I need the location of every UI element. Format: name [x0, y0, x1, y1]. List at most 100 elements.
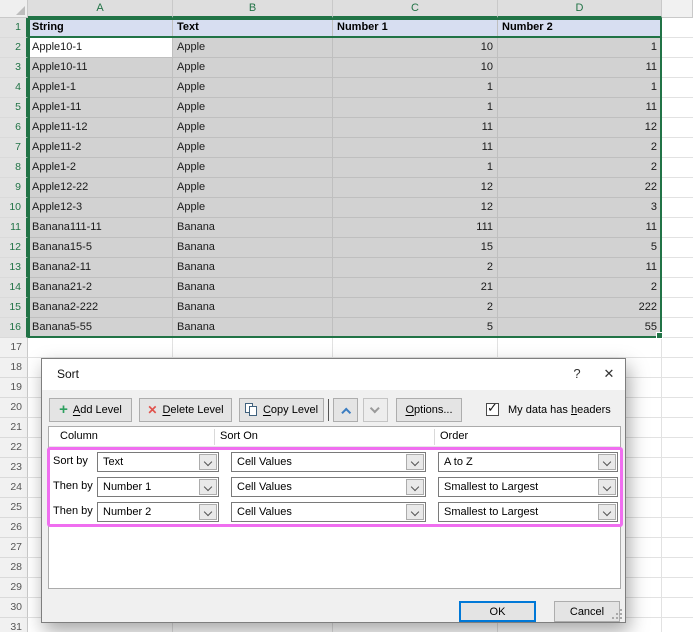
cell[interactable]: Apple10-11: [28, 58, 173, 78]
cell[interactable]: 5: [333, 318, 498, 338]
cell[interactable]: 10: [333, 38, 498, 58]
cell[interactable]: 2: [333, 298, 498, 318]
row-header[interactable]: 25: [0, 498, 28, 518]
cell[interactable]: Banana15-5: [28, 238, 173, 258]
cell[interactable]: 1: [333, 158, 498, 178]
cell[interactable]: Apple: [173, 198, 333, 218]
cell[interactable]: Apple1-11: [28, 98, 173, 118]
row-header[interactable]: 1: [0, 18, 28, 38]
dropdown-chevron-icon[interactable]: [406, 479, 424, 495]
row-header[interactable]: 30: [0, 598, 28, 618]
cell[interactable]: Apple: [173, 58, 333, 78]
cell[interactable]: Banana5-55: [28, 318, 173, 338]
table-header-cell[interactable]: Number 1: [333, 18, 498, 38]
options-button[interactable]: Options...: [396, 398, 462, 422]
copy-level-button[interactable]: Copy Level: [239, 398, 324, 422]
row-header[interactable]: 9: [0, 178, 28, 198]
level-sort-on-select[interactable]: Cell Values: [231, 502, 426, 522]
dropdown-chevron-icon[interactable]: [199, 454, 217, 470]
level-order-select[interactable]: Smallest to Largest: [438, 502, 618, 522]
row-header[interactable]: 24: [0, 478, 28, 498]
row-header[interactable]: 13: [0, 258, 28, 278]
move-down-button[interactable]: [363, 398, 388, 422]
column-header[interactable]: [662, 0, 693, 18]
cell[interactable]: Apple11-2: [28, 138, 173, 158]
cell[interactable]: 1: [333, 98, 498, 118]
dialog-titlebar[interactable]: Sort ? ✕: [42, 359, 625, 390]
cell[interactable]: Apple10-1: [28, 38, 173, 58]
cell[interactable]: Apple11-12: [28, 118, 173, 138]
dropdown-chevron-icon[interactable]: [598, 479, 616, 495]
table-header-cell[interactable]: String: [28, 18, 173, 38]
cell[interactable]: Banana2-222: [28, 298, 173, 318]
cell[interactable]: Apple1-2: [28, 158, 173, 178]
row-header[interactable]: 29: [0, 578, 28, 598]
level-order-select[interactable]: A to Z: [438, 452, 618, 472]
row-header[interactable]: 7: [0, 138, 28, 158]
cell[interactable]: Apple: [173, 38, 333, 58]
level-column-select[interactable]: Text: [97, 452, 219, 472]
level-column-select[interactable]: Number 2: [97, 502, 219, 522]
my-data-has-headers-checkbox[interactable]: ✓: [486, 400, 499, 416]
cell[interactable]: Apple: [173, 158, 333, 178]
row-header[interactable]: 6: [0, 118, 28, 138]
row-header[interactable]: 15: [0, 298, 28, 318]
cell[interactable]: 11: [498, 258, 662, 278]
cell[interactable]: 22: [498, 178, 662, 198]
cell[interactable]: 10: [333, 58, 498, 78]
cell[interactable]: Banana: [173, 318, 333, 338]
add-level-button[interactable]: + Add Level: [49, 398, 132, 422]
level-column-select[interactable]: Number 1: [97, 477, 219, 497]
row-header[interactable]: 5: [0, 98, 28, 118]
cell[interactable]: 2: [333, 258, 498, 278]
cell[interactable]: 21: [333, 278, 498, 298]
dropdown-chevron-icon[interactable]: [199, 504, 217, 520]
dropdown-chevron-icon[interactable]: [598, 454, 616, 470]
table-header-cell[interactable]: Text: [173, 18, 333, 38]
cell[interactable]: 11: [333, 118, 498, 138]
cell[interactable]: Banana: [173, 238, 333, 258]
cell[interactable]: Banana21-2: [28, 278, 173, 298]
close-icon[interactable]: ✕: [595, 363, 623, 385]
cell[interactable]: Banana111-11: [28, 218, 173, 238]
cell[interactable]: Apple: [173, 118, 333, 138]
cell[interactable]: Banana: [173, 278, 333, 298]
cell[interactable]: 1: [498, 38, 662, 58]
row-header[interactable]: 3: [0, 58, 28, 78]
cell[interactable]: 15: [333, 238, 498, 258]
row-header[interactable]: 18: [0, 358, 28, 378]
cell[interactable]: 11: [498, 98, 662, 118]
row-header[interactable]: 19: [0, 378, 28, 398]
column-header[interactable]: A: [28, 0, 173, 18]
row-header[interactable]: 26: [0, 518, 28, 538]
dropdown-chevron-icon[interactable]: [199, 479, 217, 495]
row-header[interactable]: 12: [0, 238, 28, 258]
dropdown-chevron-icon[interactable]: [406, 504, 424, 520]
cell[interactable]: Banana: [173, 218, 333, 238]
cell[interactable]: 1: [333, 78, 498, 98]
cell[interactable]: 12: [333, 198, 498, 218]
cell[interactable]: 2: [498, 278, 662, 298]
ok-button[interactable]: OK: [459, 601, 536, 622]
cell[interactable]: 11: [333, 138, 498, 158]
select-all-corner[interactable]: [0, 0, 28, 18]
row-header[interactable]: 27: [0, 538, 28, 558]
delete-level-button[interactable]: ✕ Delete Level: [139, 398, 232, 422]
row-header[interactable]: 10: [0, 198, 28, 218]
cell[interactable]: 11: [498, 58, 662, 78]
column-header[interactable]: D: [498, 0, 662, 18]
level-sort-on-select[interactable]: Cell Values: [231, 452, 426, 472]
row-header[interactable]: 31: [0, 618, 28, 632]
level-sort-on-select[interactable]: Cell Values: [231, 477, 426, 497]
row-header[interactable]: 22: [0, 438, 28, 458]
dropdown-chevron-icon[interactable]: [406, 454, 424, 470]
cell[interactable]: Apple12-22: [28, 178, 173, 198]
row-header[interactable]: 2: [0, 38, 28, 58]
move-up-button[interactable]: [333, 398, 358, 422]
column-header[interactable]: B: [173, 0, 333, 18]
cell[interactable]: 222: [498, 298, 662, 318]
row-header[interactable]: 14: [0, 278, 28, 298]
cell[interactable]: Apple: [173, 98, 333, 118]
cell[interactable]: 3: [498, 198, 662, 218]
cell[interactable]: Banana: [173, 258, 333, 278]
